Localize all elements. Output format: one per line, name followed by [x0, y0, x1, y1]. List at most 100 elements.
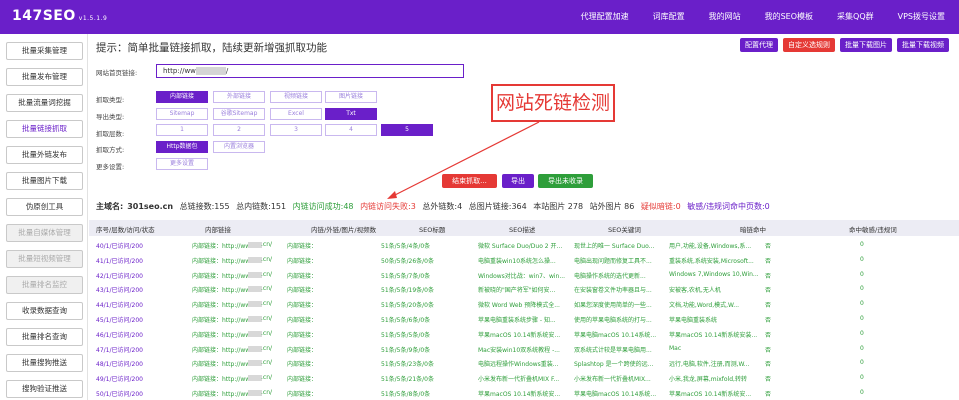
cell-link-end: .cn/ [261, 255, 273, 263]
cell-counts: 51条/5条/23条/0条 [381, 361, 434, 369]
cell-keywords: 文档,功能,Word,模式,W... [669, 302, 740, 310]
cell-link: 内部链接：http://ww [192, 376, 251, 384]
cell-desc: 小米发布新一代折叠机MIX... [574, 376, 651, 384]
redacted-mask [248, 360, 262, 367]
top-bar: 147SEO v1.5.1.9 代理配置加速 词库配置 我的网站 我的SEO模板 … [0, 0, 959, 34]
cell-counts: 51条/5条/19条/0条 [381, 287, 434, 295]
table-row[interactable]: 43/1/已访问/200 内部链接：http://www. .cn/内部链接： 51条… [89, 282, 959, 296]
sidebar-item-collect[interactable]: 批量采集管理 [6, 42, 83, 60]
col-status: 序号/层数/访问/状态 [96, 226, 155, 234]
cell-hit: 0 [860, 315, 864, 322]
sidebar-item-rewrite[interactable]: 伪原创工具 [6, 198, 83, 216]
cell-keywords: Mac [669, 344, 682, 352]
sidebar: 批量采集管理 批量发布管理 批量流量词挖掘 批量链接抓取 批量外链发布 批量图片… [0, 34, 88, 400]
cell-dark: 否 [765, 317, 772, 324]
table-header: 序号/层数/访问/状态 内部链接 内链/外链/图片/视频数 SEO标题 SEO描… [89, 220, 959, 236]
stat-internal: 总内链数:151 [236, 202, 287, 211]
cell-link-end: .cn/ [261, 315, 273, 322]
topnav-proxy[interactable]: 代理配置加速 [581, 11, 629, 22]
sidebar-item-rank-monitor[interactable]: 批量排名监控 [6, 276, 83, 294]
cell-link-secondary: 内部链接： [287, 302, 318, 310]
stat-success: 内链访问成功:48 [292, 202, 354, 211]
cell-link: 内部链接：http://www. [192, 302, 257, 310]
stats-bar: 主域名: 301seo.cn 总链接数:155 总内链数:151 内链访问成功:4… [96, 201, 774, 212]
cell-link-secondary: 内部链接： [287, 361, 318, 369]
table-row[interactable]: 45/1/已访问/200 内部链接：http://www. .cn/内部链接： 51条… [89, 312, 959, 326]
stat-dark-links: 疑似暗链:0 [640, 202, 681, 211]
topnav-wordlib[interactable]: 词库配置 [653, 11, 685, 22]
table-row[interactable]: 46/1/已访问/200 内部链接：http://www. .cn/内部链接： 51条… [89, 327, 959, 341]
table-row[interactable]: 47/1/已访问/200 内部链接：http://ww .cn/内部链接： 51条/5… [89, 342, 959, 356]
stat-external: 总外链数:4 [422, 202, 463, 211]
cell-desc: 苹果电脑macOS 10.14系统... [574, 391, 657, 398]
stat-images: 总图片链接:364 [468, 202, 527, 211]
cell-title: 新被晓的"国产将军"如何安... [478, 287, 556, 295]
stat-total: 总链接数:155 [179, 202, 230, 211]
cell-desc: 电脑出现问题而修复工具不... [574, 257, 652, 265]
cell-link: 内部链接：http://www. [192, 272, 257, 280]
cell-keywords: 小米,我龙,屏幕,mixfold,转转 [669, 376, 747, 384]
topnav-qq-groups[interactable]: 采集QQ群 [837, 11, 874, 22]
sidebar-item-sogou-verify[interactable]: 搜狗验证推送 [6, 380, 83, 398]
cell-counts: 51条/5条/21条/0条 [381, 376, 434, 384]
cell-link: 内部链接：http://ww [192, 361, 251, 369]
sidebar-item-external-links[interactable]: 批量外链发布 [6, 146, 83, 164]
cell-hit: 0 [860, 255, 864, 263]
top-nav: 代理配置加速 词库配置 我的网站 我的SEO模板 采集QQ群 VPS拨号设置 [557, 11, 945, 22]
cell-status: 47/1/已访问/200 [96, 346, 143, 354]
stat-domain-label: 主域名: [96, 202, 124, 211]
sidebar-item-short-video[interactable]: 批量短视频管理 [6, 250, 83, 268]
sidebar-item-media[interactable]: 批量自媒体管理 [6, 224, 83, 242]
cell-status: 48/1/已访问/200 [96, 361, 143, 369]
redacted-mask [248, 286, 262, 293]
cell-hit: 0 [860, 359, 864, 367]
sidebar-item-image-download[interactable]: 批量图片下载 [6, 172, 83, 190]
cell-counts: 51条/5条/20条/0条 [381, 302, 434, 310]
sidebar-item-publish[interactable]: 批量发布管理 [6, 68, 83, 86]
topnav-my-sites[interactable]: 我的网站 [709, 11, 741, 22]
cell-link-secondary: 内部链接： [287, 331, 318, 339]
cell-dark: 否 [765, 376, 772, 384]
table-row[interactable]: 50/1/已访问/200 内部链接：http://ww .cn/内部链接： 51条/5… [89, 386, 959, 400]
redacted-mask [248, 390, 262, 396]
table-row[interactable]: 48/1/已访问/200 内部链接：http://ww .cn/内部链接： 51条/5… [89, 356, 959, 370]
cell-keywords: 远行,电脑,软件,注册,而测,W... [669, 361, 750, 369]
sidebar-item-rank-query[interactable]: 批量排名查询 [6, 328, 83, 346]
cell-counts: 51条/5条/9条/0条 [381, 346, 431, 354]
topnav-vps-dial[interactable]: VPS拨号设置 [898, 11, 945, 22]
cell-status: 40/1/已访问/200 [96, 243, 143, 250]
sidebar-item-sogou-push[interactable]: 批量搜狗推送 [6, 354, 83, 372]
cell-link: 内部链接：http://www. [192, 317, 257, 324]
cell-title: 苹果macOS 10.14新系统安... [478, 391, 561, 398]
sidebar-item-index-query[interactable]: 收录数据查询 [6, 302, 83, 320]
cell-dark: 否 [765, 346, 772, 354]
cell-link-end: .cn/ [261, 270, 273, 278]
table-row[interactable]: 40/1/已访问/200 内部链接：http://www.3 .cn/内部链接： 51… [89, 238, 959, 252]
stat-site-images: 本站图片 278 [533, 202, 584, 211]
table-row[interactable]: 44/1/已访问/200 内部链接：http://www. .cn/内部链接： 51条… [89, 297, 959, 311]
table-row[interactable]: 49/1/已访问/200 内部链接：http://ww .cn/内部链接： 51条/5… [89, 371, 959, 385]
app-logo-text: 147SEO [12, 8, 76, 24]
cell-link-end: .cn/ [261, 344, 273, 352]
cell-desc: 电脑操作系统的选代更新... [574, 272, 646, 280]
sidebar-item-link-grab[interactable]: 批量链接抓取 [6, 120, 83, 138]
table-row[interactable]: 42/1/已访问/200 内部链接：http://www. .cn/内部链接： 51条… [89, 268, 959, 282]
cell-title: 电脑重装win10系统怎么操... [478, 257, 556, 265]
cell-link-secondary: 内部链接： [287, 243, 318, 250]
cell-dark: 否 [765, 302, 772, 310]
cell-link-secondary: 内部链接： [287, 257, 318, 265]
cell-dark: 否 [765, 257, 772, 265]
redacted-mask [248, 242, 262, 248]
cell-status: 42/1/已访问/200 [96, 272, 143, 280]
cell-dark: 否 [765, 243, 772, 250]
cell-title: Windows对比战：win7、win... [478, 272, 566, 280]
topnav-seo-templates[interactable]: 我的SEO模板 [765, 11, 813, 22]
sidebar-item-traffic-words[interactable]: 批量流量词挖掘 [6, 94, 83, 112]
cell-counts: 51条/5条/5条/0条 [381, 331, 431, 339]
table-row[interactable]: 41/1/已访问/200 内部链接：http://www.3 .cn/内部链接： 50… [89, 253, 959, 267]
cell-title: 微软 Word Web 预降模式全... [478, 302, 560, 310]
cell-status: 50/1/已访问/200 [96, 391, 143, 398]
redacted-mask [248, 375, 262, 382]
cell-hit: 0 [860, 285, 864, 293]
cell-title: 苹果电脑重装系统步骤 - 知... [478, 317, 556, 324]
